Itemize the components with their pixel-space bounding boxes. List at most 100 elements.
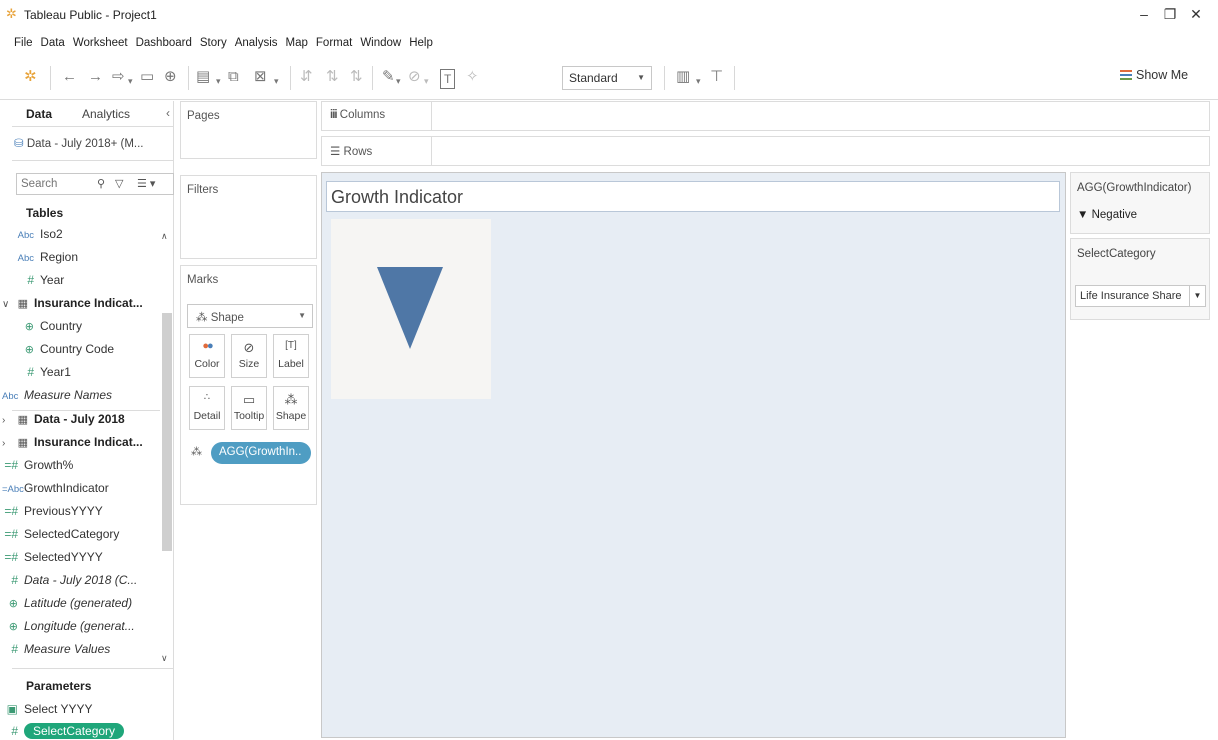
table-insurance-indicators-2[interactable]: › ▦ Insurance Indicat... bbox=[2, 435, 154, 457]
save-icon[interactable]: ▭ bbox=[140, 68, 154, 86]
legend-item-negative[interactable]: ▼ Negative bbox=[1077, 209, 1137, 221]
fit-mode-select[interactable]: Standard ▼ bbox=[562, 66, 652, 90]
chevron-right-icon[interactable]: › bbox=[2, 438, 12, 449]
view-options-icon[interactable]: ☰ ▾ bbox=[137, 177, 155, 190]
chevron-down-icon[interactable]: ∨ bbox=[2, 299, 12, 310]
field-country-code[interactable]: ⊕ Country Code bbox=[12, 342, 164, 364]
scrollbar-thumb[interactable] bbox=[162, 313, 172, 551]
field-selected-yyyy[interactable]: =# SelectedYYYY bbox=[2, 550, 154, 572]
menu-data[interactable]: Data bbox=[41, 37, 65, 53]
menu-story[interactable]: Story bbox=[200, 37, 227, 53]
window-title: Tableau Public - Project1 bbox=[24, 8, 157, 22]
back-icon[interactable]: ← bbox=[62, 68, 77, 86]
tableau-home-icon[interactable]: ✲ bbox=[24, 68, 37, 86]
detail-button[interactable]: ∴ Detail bbox=[189, 386, 225, 430]
field-data-count[interactable]: # Data - July 2018 (C... bbox=[2, 573, 154, 595]
field-year1[interactable]: # Year1 bbox=[12, 365, 164, 387]
sort-descending-icon[interactable]: ⇅ bbox=[350, 68, 363, 86]
chevron-right-icon[interactable]: › bbox=[2, 415, 12, 426]
show-me-button[interactable]: Show Me bbox=[1120, 68, 1188, 82]
pages-shelf[interactable]: Pages bbox=[180, 101, 317, 159]
tab-data[interactable]: Data bbox=[26, 107, 52, 121]
mark-type-select[interactable]: ⁂ Shape ▼ bbox=[187, 304, 313, 328]
shape-icon: ⁂ bbox=[191, 446, 202, 458]
parameters-header: Parameters bbox=[26, 679, 92, 693]
menu-analysis[interactable]: Analysis bbox=[235, 37, 278, 53]
search-input[interactable] bbox=[17, 174, 77, 194]
highlight-dropdown-icon[interactable]: ▾ bbox=[396, 72, 401, 90]
filter-icon[interactable]: ▽ bbox=[115, 177, 123, 190]
search-icon[interactable]: ⚲ bbox=[97, 177, 105, 190]
worksheet-view[interactable]: Growth Indicator bbox=[321, 172, 1066, 738]
scroll-down-icon[interactable]: ∨ bbox=[161, 653, 168, 664]
fix-axes-icon[interactable]: ✧ bbox=[466, 68, 479, 86]
menu-window[interactable]: Window bbox=[360, 37, 401, 53]
view-title[interactable]: Growth Indicator bbox=[326, 181, 1060, 212]
duplicate-sheet-icon[interactable]: ⧉ bbox=[228, 68, 239, 86]
rows-shelf[interactable]: ☰ Rows bbox=[321, 136, 1210, 166]
columns-shelf[interactable]: iii Columns bbox=[321, 101, 1210, 131]
tooltip-button[interactable]: ▭ Tooltip bbox=[231, 386, 267, 430]
field-measure-values[interactable]: # Measure Values bbox=[2, 642, 154, 664]
calculated-number-icon: =# bbox=[4, 527, 18, 541]
menu-help[interactable]: Help bbox=[409, 37, 433, 53]
sort-ascending-icon[interactable]: ⇅ bbox=[326, 68, 339, 86]
clear-sheet-icon[interactable]: ⊠ bbox=[254, 68, 267, 86]
show-labels-icon[interactable]: T bbox=[440, 69, 456, 89]
category-select[interactable]: Life Insurance Share ▼ bbox=[1075, 285, 1206, 307]
field-year[interactable]: # Year bbox=[12, 273, 164, 295]
filters-shelf[interactable]: Filters bbox=[180, 175, 317, 259]
data-pane-scrollbar[interactable]: ∧ ∨ bbox=[160, 231, 174, 740]
field-measure-names[interactable]: Abc Measure Names bbox=[2, 388, 154, 410]
negative-triangle-mark[interactable] bbox=[377, 267, 443, 349]
menu-map[interactable]: Map bbox=[286, 37, 308, 53]
table-insurance-indicators[interactable]: ∨ ▦ Insurance Indicat... bbox=[2, 296, 154, 318]
new-worksheet-icon[interactable]: ▤ bbox=[196, 68, 210, 86]
redo-dropdown-icon[interactable]: ▾ bbox=[128, 72, 133, 90]
minimize-icon[interactable]: – bbox=[1134, 6, 1154, 22]
group-dropdown-icon[interactable]: ▾ bbox=[424, 72, 429, 90]
close-icon[interactable]: ✕ bbox=[1186, 6, 1206, 23]
new-worksheet-dropdown-icon[interactable]: ▾ bbox=[216, 72, 221, 90]
view-cell[interactable] bbox=[331, 219, 491, 399]
size-button[interactable]: ⊘ Size bbox=[231, 334, 267, 378]
collapse-pane-icon[interactable]: ‹ bbox=[166, 106, 170, 120]
label-button[interactable]: [T] Label bbox=[273, 334, 309, 378]
menu-file[interactable]: File bbox=[14, 37, 33, 53]
field-longitude[interactable]: ⊕ Longitude (generat... bbox=[2, 619, 154, 641]
forward-icon[interactable]: → bbox=[88, 68, 103, 86]
param-title: SelectCategory bbox=[1077, 248, 1156, 260]
menu-format[interactable]: Format bbox=[316, 37, 352, 53]
field-selected-category[interactable]: =# SelectedCategory bbox=[2, 527, 154, 549]
highlight-icon[interactable]: ✎ bbox=[382, 68, 395, 86]
color-button[interactable]: ●● Color bbox=[189, 334, 225, 378]
field-country[interactable]: ⊕ Country bbox=[12, 319, 164, 341]
field-latitude[interactable]: ⊕ Latitude (generated) bbox=[2, 596, 154, 618]
field-growth-pct[interactable]: =# Growth% bbox=[2, 458, 154, 480]
tab-analytics[interactable]: Analytics bbox=[82, 107, 130, 121]
param-select-category[interactable]: # SelectCategory bbox=[2, 723, 154, 740]
show-cards-icon[interactable]: ▥ bbox=[676, 68, 690, 86]
table-data-july-2018[interactable]: › ▦ Data - July 2018 bbox=[2, 412, 154, 434]
field-growth-indicator[interactable]: =AbcGrowthIndicator bbox=[2, 481, 154, 503]
redo-icon[interactable]: ⇨ bbox=[112, 68, 125, 86]
field-previous-yyyy[interactable]: =# PreviousYYYY bbox=[2, 504, 154, 526]
swap-icon[interactable]: ⇵ bbox=[300, 68, 313, 86]
field-region[interactable]: Abc Region bbox=[12, 250, 164, 272]
param-select-yyyy[interactable]: ▣ Select YYYY bbox=[2, 702, 154, 724]
new-datasource-icon[interactable]: ⊕ bbox=[164, 68, 177, 86]
menu-worksheet[interactable]: Worksheet bbox=[73, 37, 128, 53]
shape-button[interactable]: ⁂ Shape bbox=[273, 386, 309, 430]
marks-card: Marks ⁂ Shape ▼ ●● Color ⊘ Size [T] Label ∴… bbox=[180, 265, 317, 505]
tables-header: Tables bbox=[26, 206, 64, 220]
growth-indicator-pill[interactable]: AGG(GrowthIn.. bbox=[211, 442, 311, 464]
presentation-mode-icon[interactable]: ⊤ bbox=[710, 68, 723, 86]
datasource-item[interactable]: ⛁ Data - July 2018+ (M... bbox=[12, 127, 174, 161]
group-icon[interactable]: ⊘ bbox=[408, 68, 421, 86]
clear-sheet-dropdown-icon[interactable]: ▾ bbox=[274, 72, 279, 90]
menu-dashboard[interactable]: Dashboard bbox=[136, 37, 192, 53]
restore-icon[interactable]: ❐ bbox=[1160, 6, 1180, 23]
field-iso2[interactable]: Abc Iso2 bbox=[12, 227, 164, 249]
scroll-up-icon[interactable]: ∧ bbox=[161, 231, 168, 242]
show-cards-dropdown-icon[interactable]: ▾ bbox=[696, 72, 701, 90]
